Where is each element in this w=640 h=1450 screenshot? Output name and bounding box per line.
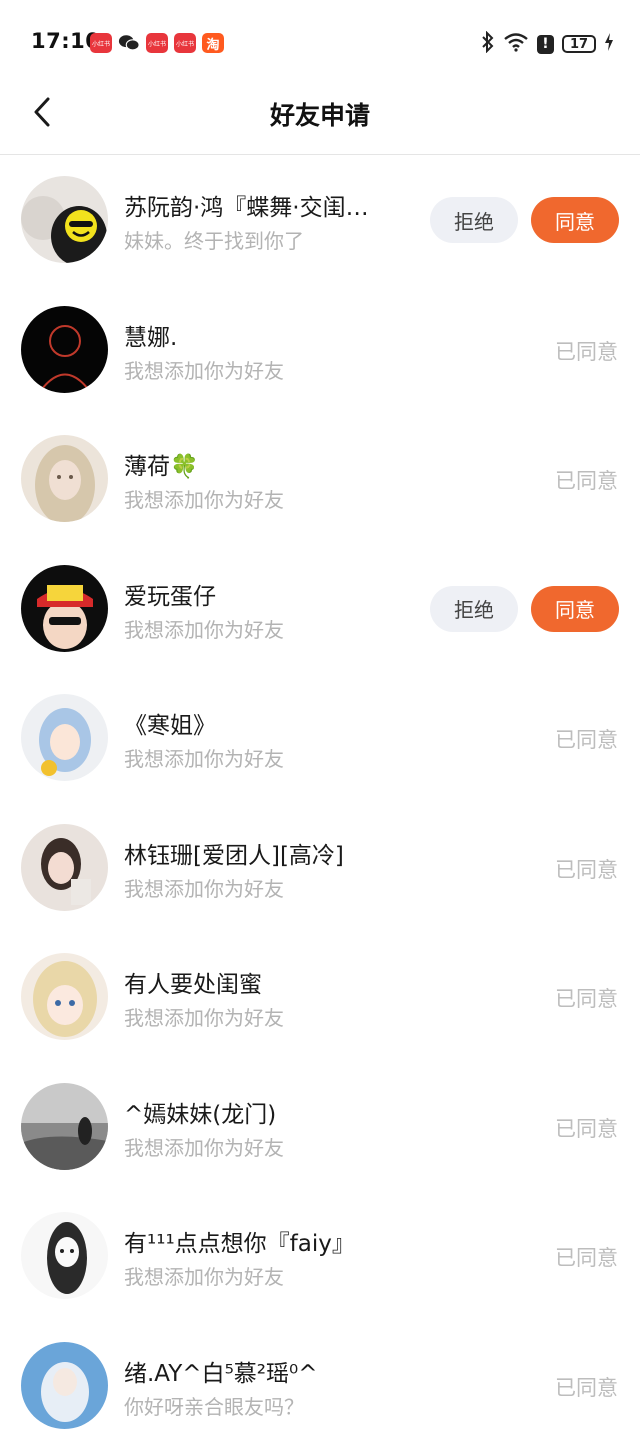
avatar[interactable]: [21, 824, 108, 911]
nav-header: 好友申请: [0, 80, 640, 155]
avatar[interactable]: [21, 306, 108, 393]
list-item[interactable]: 《寒姐》我想添加你为好友 已同意: [0, 673, 640, 803]
list-item[interactable]: 慧娜. 我想添加你为好友 已同意: [0, 285, 640, 415]
list-item[interactable]: 爱玩蛋仔我想添加你为好友 拒绝同意: [0, 544, 640, 674]
avatar[interactable]: [21, 953, 108, 1040]
avatar[interactable]: [21, 1083, 108, 1170]
accepted-status: 已同意: [555, 1372, 618, 1402]
request-name: 林钰珊[爱团人][高冷]: [124, 836, 344, 870]
avatar[interactable]: [21, 694, 108, 781]
avatar[interactable]: [21, 1342, 108, 1429]
list-item[interactable]: 苏阮韵·鸿『蝶舞·交闺… 妹妹。终于找到你了 拒绝同意: [0, 155, 640, 285]
taobao-icon: 淘: [202, 33, 224, 53]
request-name: 有¹¹¹点点想你『faiy』: [124, 1224, 355, 1258]
xiaohongshu-icon: 小红书: [146, 33, 168, 53]
avatar[interactable]: [21, 1212, 108, 1299]
request-name: 薄荷🍀: [124, 447, 199, 481]
list-item[interactable]: 有¹¹¹点点想你『faiy』我想添加你为好友 已同意: [0, 1191, 640, 1321]
accepted-status: 已同意: [555, 1242, 618, 1272]
request-name: ^嫣妹妹(龙门): [124, 1095, 276, 1129]
list-item[interactable]: 有人要处闺蜜我想添加你为好友 已同意: [0, 932, 640, 1062]
alert-icon: !: [537, 35, 554, 54]
avatar[interactable]: [21, 435, 108, 522]
notification-app-icons: 小红书 小红书 小红书 淘: [90, 33, 224, 53]
request-message: 我想添加你为好友: [124, 614, 284, 643]
list-item[interactable]: ^嫣妹妹(龙门) 我想添加你为好友 已同意: [0, 1062, 640, 1192]
request-name: 苏阮韵·鸿『蝶舞·交闺…: [124, 188, 369, 222]
xiaohongshu-icon: 小红书: [90, 33, 112, 53]
accepted-status: 已同意: [555, 336, 618, 366]
reject-button[interactable]: 拒绝: [430, 586, 518, 632]
request-message: 你好呀亲合眼友吗？: [124, 1391, 304, 1420]
wechat-icon: [118, 33, 140, 53]
page-title: 好友申请: [0, 96, 640, 132]
agree-button[interactable]: 同意: [531, 197, 619, 243]
agree-button[interactable]: 同意: [531, 586, 619, 632]
request-message: 我想添加你为好友: [124, 1132, 284, 1161]
wifi-icon: [503, 32, 529, 56]
bluetooth-icon: [481, 31, 495, 57]
request-message: 我想添加你为好友: [124, 484, 284, 513]
list-item[interactable]: 林钰珊[爱团人][高冷] 我想添加你为好友 已同意: [0, 803, 640, 933]
battery-indicator: 17: [562, 35, 596, 53]
friend-request-list: 苏阮韵·鸿『蝶舞·交闺…妹妹。终于找到你了拒绝同意慧娜.我想添加你为好友已同意薄…: [0, 155, 640, 1450]
request-message: 我想添加你为好友: [124, 1261, 284, 1290]
request-message: 我想添加你为好友: [124, 743, 284, 772]
request-name: 绪.AY^白⁵慕²瑶⁰^: [124, 1354, 318, 1388]
list-item[interactable]: 薄荷🍀 我想添加你为好友 已同意: [0, 414, 640, 544]
avatar[interactable]: [21, 176, 108, 263]
request-name: 《寒姐》: [124, 706, 216, 740]
accepted-status: 已同意: [555, 724, 618, 754]
accepted-status: 已同意: [555, 983, 618, 1013]
request-message: 我想添加你为好友: [124, 1002, 284, 1031]
charging-icon: [604, 32, 614, 56]
request-name: 爱玩蛋仔: [124, 577, 216, 611]
list-item[interactable]: 绪.AY^白⁵慕²瑶⁰^ 你好呀亲合眼友吗？ 已同意: [0, 1321, 640, 1450]
xiaohongshu-icon: 小红书: [174, 33, 196, 53]
request-message: 妹妹。终于找到你了: [124, 225, 304, 254]
accepted-status: 已同意: [555, 1113, 618, 1143]
request-name: 有人要处闺蜜: [124, 965, 262, 999]
accepted-status: 已同意: [555, 854, 618, 884]
status-indicators: ! 17: [481, 31, 614, 57]
status-bar: 17:10 小红书 小红书 小红书 淘 ! 17: [0, 0, 640, 80]
reject-button[interactable]: 拒绝: [430, 197, 518, 243]
avatar[interactable]: [21, 565, 108, 652]
accepted-status: 已同意: [555, 465, 618, 495]
request-message: 我想添加你为好友: [124, 355, 284, 384]
request-name: 慧娜.: [124, 318, 177, 352]
request-message: 我想添加你为好友: [124, 873, 284, 902]
